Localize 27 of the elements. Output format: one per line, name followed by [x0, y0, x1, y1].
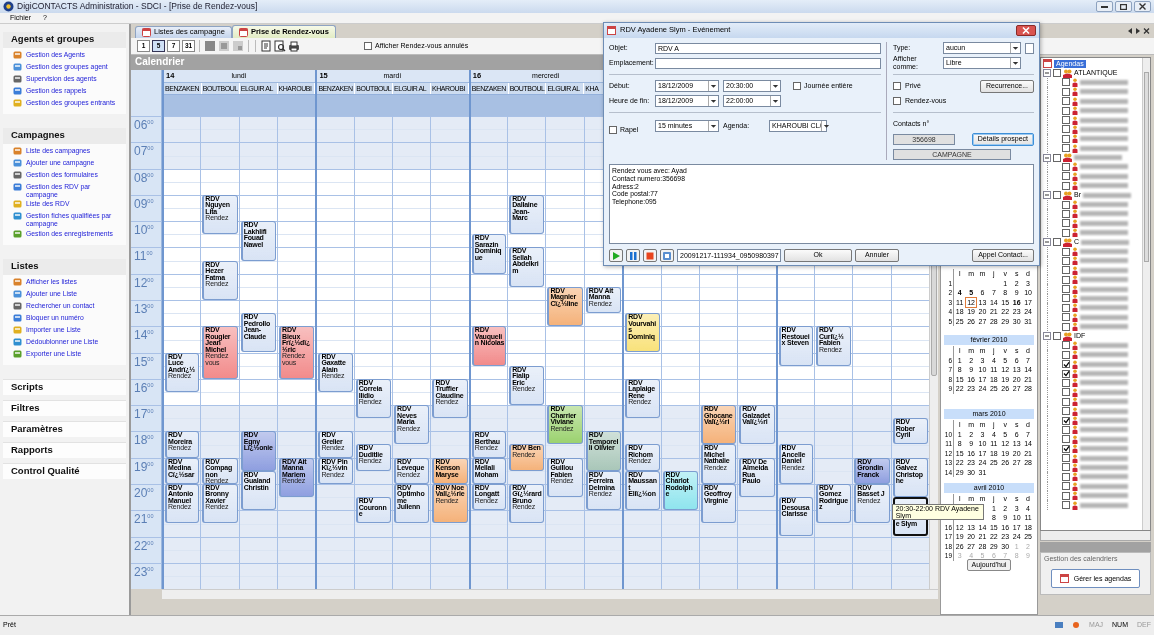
section-header[interactable]: Agents et groupes — [3, 32, 126, 48]
section-header[interactable]: Scripts — [3, 378, 126, 395]
section-header[interactable]: Filtres — [3, 399, 126, 416]
hour-label: 17$^{00}$ — [131, 405, 162, 432]
section-header[interactable]: Campagnes — [3, 128, 126, 144]
hour-label: 09$^{00}$ — [131, 194, 162, 222]
hour-label: 10$^{00}$ — [131, 221, 162, 248]
hour-label: 20$^{00}$ — [131, 483, 162, 511]
hour-label: 12$^{00}$ — [131, 273, 162, 300]
section-header[interactable]: Listes — [3, 258, 126, 275]
hour-label: 11$^{00}$ — [131, 247, 162, 274]
section-header[interactable]: Rapports — [3, 441, 126, 458]
window-title: DigiCONTACTS Administration - SDCI - [Prise de Rendez-vous] — [17, 1, 258, 12]
hour-label: 16$^{00}$ — [131, 378, 162, 406]
hour-label: 22$^{00}$ — [131, 536, 162, 563]
hour-label: 19$^{00}$ — [131, 457, 162, 484]
hour-label: 07$^{00}$ — [131, 142, 162, 169]
hour-label: 13$^{00}$ — [131, 299, 162, 327]
hour-label: 21$^{00}$ — [131, 510, 162, 537]
section-header[interactable]: Paramètres — [3, 420, 126, 437]
hour-label: 06$^{00}$ — [131, 116, 162, 143]
hour-label: 23$^{00}$ — [131, 562, 162, 590]
section-header[interactable]: Control Qualité — [3, 462, 126, 479]
hour-label: 08$^{00}$ — [131, 168, 162, 195]
hour-label: 15$^{00}$ — [131, 352, 162, 379]
hour-label: 14$^{00}$ — [131, 326, 162, 353]
hour-label: 18$^{00}$ — [131, 431, 162, 458]
